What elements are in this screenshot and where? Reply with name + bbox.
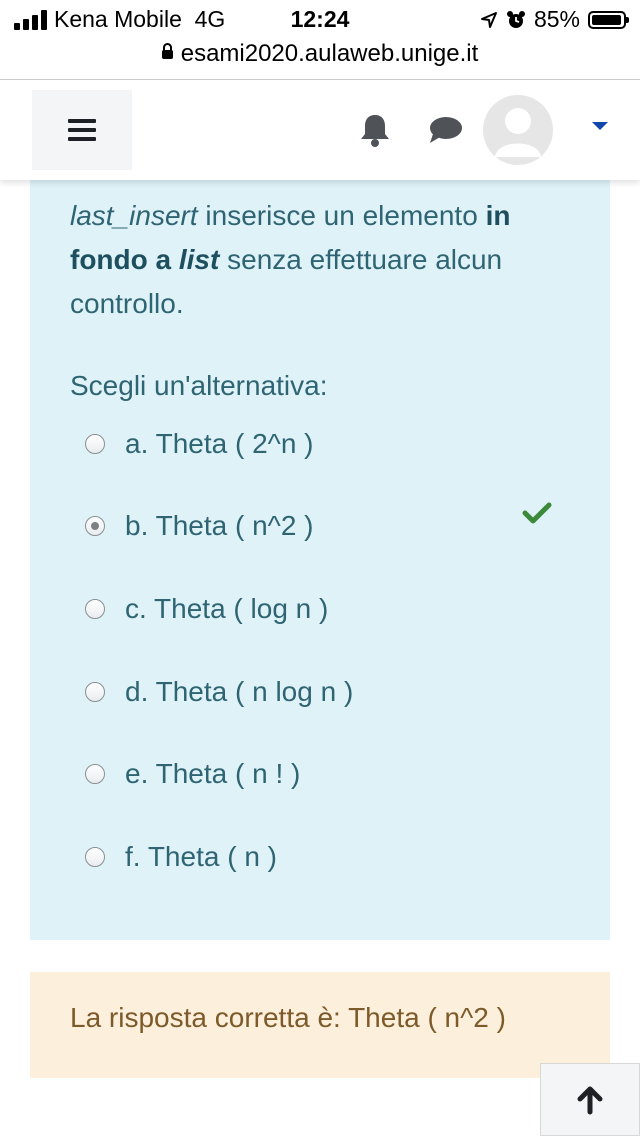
status-bar: Kena Mobile 4G 12:24 85%	[0, 0, 640, 40]
menu-button[interactable]	[32, 90, 132, 170]
battery-icon	[588, 10, 629, 29]
option-label: d. Theta ( n log n )	[125, 676, 354, 707]
option-label: e. Theta ( n ! )	[125, 758, 301, 789]
user-silhouette-icon	[495, 108, 541, 157]
answer-prompt: Scegli un'alternativa:	[70, 370, 328, 401]
radio-button[interactable]	[85, 847, 105, 867]
arrow-up-icon	[577, 1086, 603, 1114]
bell-icon[interactable]	[358, 112, 392, 148]
option-label: a. Theta ( 2^n )	[125, 428, 314, 459]
option-a[interactable]: a. Theta ( 2^n )	[85, 424, 585, 464]
option-label: f. Theta ( n )	[125, 841, 277, 872]
radio-button[interactable]	[85, 599, 105, 619]
option-label: c. Theta ( log n )	[125, 593, 329, 624]
option-label: b. Theta ( n^2 )	[125, 510, 314, 541]
battery-percent: 85%	[533, 6, 580, 32]
correct-answer-text: La risposta corretta è: Theta ( n^2 )	[70, 1002, 506, 1033]
lock-icon	[161, 43, 173, 59]
option-b[interactable]: b. Theta ( n^2 )	[85, 506, 585, 546]
correct-answer-feedback: La risposta corretta è: Theta ( n^2 )	[30, 972, 610, 1078]
location-arrow-icon	[480, 11, 497, 28]
url-domain: esami2020.aulaweb.unige.it	[180, 40, 479, 67]
question-box: last_insert inserisce un elemento in fon…	[30, 180, 610, 940]
radio-button-selected[interactable]	[85, 516, 105, 536]
radio-button[interactable]	[85, 764, 105, 784]
radio-button[interactable]	[85, 434, 105, 454]
avatar[interactable]	[483, 95, 553, 165]
option-c[interactable]: c. Theta ( log n )	[85, 589, 585, 629]
battery-level	[592, 14, 621, 25]
radio-button[interactable]	[85, 682, 105, 702]
question-text: last_insert inserisce un elemento in fon…	[70, 194, 590, 326]
alarm-clock-icon	[506, 10, 525, 28]
option-f[interactable]: f. Theta ( n )	[85, 837, 585, 877]
option-e[interactable]: e. Theta ( n ! )	[85, 754, 585, 794]
status-right: 85%	[480, 6, 629, 33]
checkmark-icon	[522, 502, 552, 524]
emphasis-code-term: list	[178, 244, 220, 275]
chat-bubble-icon[interactable]	[427, 115, 463, 145]
caret-down-icon[interactable]	[592, 122, 608, 130]
question-text-segment: inserisce un elemento	[197, 200, 486, 231]
option-d[interactable]: d. Theta ( n log n )	[85, 672, 585, 712]
hamburger-icon	[68, 119, 96, 141]
code-term: last_insert	[70, 200, 198, 231]
address-bar[interactable]: esami2020.aulaweb.unige.it	[0, 40, 640, 80]
back-to-top-button[interactable]	[540, 1063, 640, 1136]
